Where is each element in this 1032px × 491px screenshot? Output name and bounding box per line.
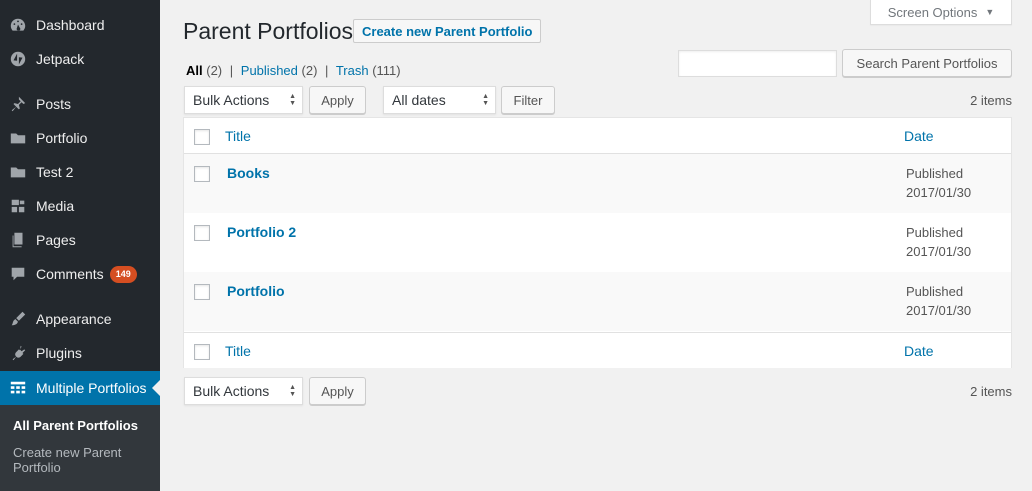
sidebar-item-jetpack[interactable]: Jetpack <box>0 42 160 76</box>
select-arrows-icon: ▲ ▼ <box>289 93 296 107</box>
row-date: Published 2017/01/30 <box>906 164 971 202</box>
view-trash-count: (111) <box>372 63 401 78</box>
sidebar-item-label: Plugins <box>36 345 82 361</box>
row-title-link[interactable]: Portfolio 2 <box>227 224 296 240</box>
view-published-link[interactable]: Published <box>241 63 298 78</box>
sidebar-item-label: Comments <box>36 266 104 282</box>
sidebar-item-label: Jetpack <box>36 51 85 67</box>
sidebar-item-portfolio[interactable]: Portfolio <box>0 121 160 155</box>
table-row: Books Published 2017/01/30 <box>184 154 1011 213</box>
screen-options-button[interactable]: Screen Options ▼ <box>870 0 1012 25</box>
sidebar-item-plugins[interactable]: Plugins <box>0 336 160 370</box>
apply-button-top[interactable]: Apply <box>309 86 366 114</box>
folder-icon <box>0 155 36 189</box>
media-icon <box>0 189 36 223</box>
comments-count-badge: 149 <box>109 265 137 283</box>
row-checkbox[interactable] <box>194 284 210 300</box>
items-count-bottom: 2 items <box>970 384 1012 399</box>
row-date-value: 2017/01/30 <box>906 185 972 200</box>
column-date-header[interactable]: Date <box>904 128 934 144</box>
search-input[interactable] <box>678 50 837 77</box>
caret-down-icon: ▼ <box>985 7 995 17</box>
table-footer: Title Date <box>184 332 1011 368</box>
sidebar-item-label: Test 2 <box>36 164 74 180</box>
sidebar-item-label: Multiple Portfolios <box>36 380 147 396</box>
parent-portfolios-table: Title Date Books Published 2017/01/30 Po… <box>183 117 1012 368</box>
folder-icon <box>0 121 36 155</box>
paintbrush-icon <box>0 302 36 336</box>
dashboard-icon <box>0 8 36 42</box>
row-status: Published <box>906 284 964 299</box>
sidebar-item-multiple-portfolios[interactable]: Multiple Portfolios <box>0 371 160 405</box>
search-parent-portfolios-button[interactable]: Search Parent Portfolios <box>842 49 1012 77</box>
row-date: Published 2017/01/30 <box>906 223 971 261</box>
pushpin-icon <box>0 87 36 121</box>
row-date: Published 2017/01/30 <box>906 282 971 320</box>
sidebar-item-label: Pages <box>36 232 76 248</box>
row-date-value: 2017/01/30 <box>906 303 972 318</box>
row-date-value: 2017/01/30 <box>906 244 972 259</box>
sidebar-item-appearance[interactable]: Appearance <box>0 302 160 336</box>
sidebar-item-comments[interactable]: Comments 149 <box>0 257 160 291</box>
view-separator: | <box>229 63 234 78</box>
view-all-count: (2) <box>206 63 223 78</box>
apply-button-bottom[interactable]: Apply <box>309 377 366 405</box>
sidebar-item-label: Appearance <box>36 311 112 327</box>
row-checkbox[interactable] <box>194 225 210 241</box>
sidebar-item-label: Dashboard <box>36 17 105 33</box>
column-title-footer[interactable]: Title <box>225 343 251 359</box>
filter-button[interactable]: Filter <box>501 86 555 114</box>
plugin-icon <box>0 336 36 370</box>
bulk-actions-value: Bulk Actions <box>193 383 270 399</box>
admin-sidebar: Dashboard Jetpack Posts Portfolio Test 2… <box>0 0 160 491</box>
select-all-checkbox[interactable] <box>194 129 210 145</box>
submenu-item-all-parent-portfolios[interactable]: All Parent Portfolios <box>13 418 153 433</box>
sidebar-submenu: All Parent Portfolios Create new Parent … <box>0 405 160 491</box>
sidebar-item-test-2[interactable]: Test 2 <box>0 155 160 189</box>
dates-select[interactable]: All dates ▲ ▼ <box>383 86 496 114</box>
comment-icon <box>0 257 36 291</box>
select-all-checkbox-footer[interactable] <box>194 344 210 360</box>
column-date-footer[interactable]: Date <box>904 343 934 359</box>
view-trash-link[interactable]: Trash <box>336 63 369 78</box>
select-arrows-icon: ▲ ▼ <box>289 384 296 398</box>
sidebar-item-label: Portfolio <box>36 130 88 146</box>
view-all-link[interactable]: All <box>186 63 203 78</box>
sidebar-item-label: Posts <box>36 96 72 112</box>
sidebar-item-dashboard[interactable]: Dashboard <box>0 8 160 42</box>
row-title-link[interactable]: Books <box>227 165 270 181</box>
sidebar-item-posts[interactable]: Posts <box>0 87 160 121</box>
view-separator: | <box>325 63 329 78</box>
row-status: Published <box>906 166 964 181</box>
create-new-parent-portfolio-button[interactable]: Create new Parent Portfolio <box>353 19 542 43</box>
dates-value: All dates <box>392 92 446 108</box>
submenu-item-create-new-parent-portfolio[interactable]: Create new Parent Portfolio <box>13 445 153 475</box>
row-checkbox[interactable] <box>194 166 210 182</box>
table-row: Portfolio Published 2017/01/30 <box>184 272 1011 331</box>
row-title-link[interactable]: Portfolio <box>227 283 285 299</box>
grid-icon <box>0 371 36 405</box>
bulk-actions-select-bottom[interactable]: Bulk Actions ▲ ▼ <box>184 377 303 405</box>
column-title-header[interactable]: Title <box>225 128 251 144</box>
screen-options-label: Screen Options <box>887 4 978 20</box>
bulk-actions-value: Bulk Actions <box>193 92 270 108</box>
sidebar-item-pages[interactable]: Pages <box>0 223 160 257</box>
page-title: Parent Portfolios <box>183 18 354 44</box>
table-row: Portfolio 2 Published 2017/01/30 <box>184 213 1011 272</box>
sidebar-item-media[interactable]: Media <box>0 189 160 223</box>
view-published-count: (2) <box>301 63 318 78</box>
bulk-actions-select-top[interactable]: Bulk Actions ▲ ▼ <box>184 86 303 114</box>
table-header: Title Date <box>184 118 1011 154</box>
pages-icon <box>0 223 36 257</box>
status-views: All (2) | Published (2) | Trash (111) <box>186 63 401 78</box>
row-status: Published <box>906 225 964 240</box>
sidebar-item-label: Media <box>36 198 75 214</box>
main-content: Screen Options ▼ Parent Portfolios Creat… <box>160 0 1032 491</box>
jetpack-icon <box>0 42 36 76</box>
select-arrows-icon: ▲ ▼ <box>482 93 489 107</box>
items-count-top: 2 items <box>970 93 1012 108</box>
